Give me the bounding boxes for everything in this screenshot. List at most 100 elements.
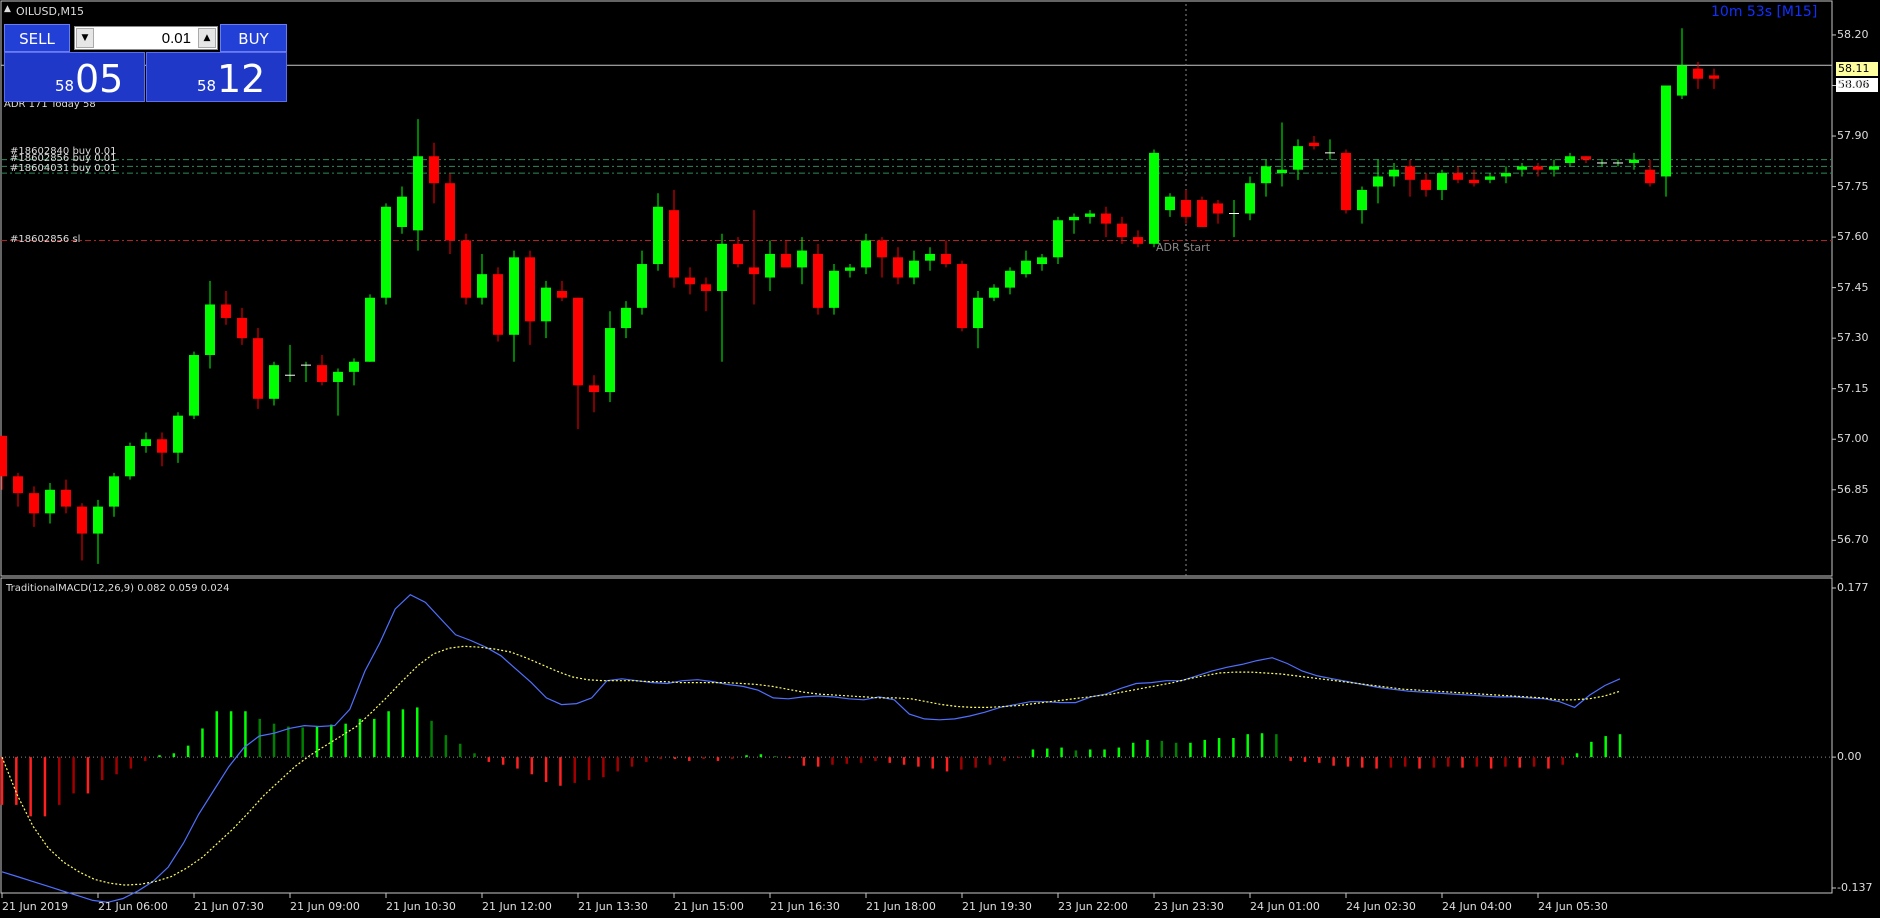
candle-body (397, 196, 407, 227)
candle-body (653, 206, 663, 265)
time-axis-tick: 21 Jun 2019 (2, 900, 69, 913)
candle-body (1389, 169, 1399, 177)
time-axis-tick: 21 Jun 09:00 (290, 900, 360, 913)
candle-body (1117, 223, 1127, 238)
candle-body (0, 435, 7, 477)
candle-body (1485, 176, 1495, 180)
candle-body (45, 489, 55, 514)
candle-body (1661, 85, 1671, 177)
candle-body (1437, 173, 1447, 190)
candle-body (797, 250, 807, 268)
candle-body (669, 210, 679, 278)
buy-button[interactable]: BUY (220, 24, 287, 52)
candle-body (1309, 142, 1319, 147)
adr-start-label: ADR Start (1156, 241, 1211, 254)
candle-body (1469, 179, 1479, 184)
time-axis-tick: 21 Jun 13:30 (578, 900, 648, 913)
candle-body (621, 307, 631, 329)
time-axis-tick: 21 Jun 06:00 (98, 900, 168, 913)
sell-button[interactable]: SELL (4, 24, 70, 52)
candle-body (1277, 169, 1287, 174)
sl-label: #18602856 sl (10, 234, 81, 245)
candle-body (1021, 260, 1031, 275)
price-axis-tick: 57.75 (1837, 179, 1869, 193)
candle-body (1341, 152, 1351, 211)
candle-body (973, 297, 983, 329)
time-axis-tick: 21 Jun 18:00 (866, 900, 936, 913)
candle-body (829, 270, 839, 308)
candle-body (77, 506, 87, 534)
candle-body (733, 243, 743, 265)
sell-price-big-figure: 58 (55, 77, 75, 95)
candle-body (941, 253, 951, 265)
candle-body (173, 415, 183, 453)
candle-body (1037, 257, 1047, 265)
candle-body (1405, 166, 1415, 180)
candle-body (525, 257, 535, 322)
candle-body (381, 206, 391, 298)
candle-body (861, 240, 871, 268)
candle-body (93, 506, 103, 534)
lot-size-box: ▼ ▲ (74, 26, 218, 50)
candle-body (557, 291, 567, 298)
candle-body (717, 243, 727, 291)
bar-timer: 10m 53s [M15] (1711, 4, 1818, 20)
candle-body (637, 264, 647, 308)
time-axis-tick: 21 Jun 12:00 (482, 900, 552, 913)
candle-body (1453, 173, 1463, 180)
candle-body (429, 156, 439, 184)
candle-body (61, 489, 71, 507)
candle-body (109, 476, 119, 507)
candle-body (813, 253, 823, 308)
candle-body (493, 274, 503, 335)
candle-body (317, 365, 327, 382)
price-axis-tick: 57.30 (1837, 331, 1869, 345)
candle-body (909, 260, 919, 278)
lot-increase-icon[interactable]: ▲ (198, 28, 216, 48)
buy-price-big-figure: 58 (197, 77, 217, 95)
candle-body (1165, 196, 1175, 211)
candle-body (157, 439, 167, 453)
chart-canvas[interactable] (0, 0, 1880, 918)
candle-body (1693, 68, 1703, 79)
candle-body (205, 304, 215, 356)
candle-body (237, 317, 247, 339)
macd-axis-tick: 0.00 (1837, 750, 1862, 764)
order-label-3: #18604031 buy 0.01 (10, 163, 117, 174)
chart-title: OILUSD,M15 (16, 5, 84, 18)
candle-body (1629, 159, 1639, 163)
sell-price-pips: 05 (75, 57, 124, 101)
candle-body (605, 328, 615, 393)
candle-body (1533, 166, 1543, 170)
candle-body (1085, 213, 1095, 217)
candle-body (845, 267, 855, 271)
lot-input[interactable] (97, 29, 195, 47)
candle-body (589, 385, 599, 393)
macd-axis-tick: -0.137 (1837, 881, 1873, 894)
candle-body (333, 371, 343, 382)
time-axis-tick: 21 Jun 15:00 (674, 900, 744, 913)
price-axis-tick: 56.70 (1837, 533, 1869, 547)
candle-body (1101, 213, 1111, 224)
candle-body (1357, 189, 1367, 211)
sell-quote[interactable]: 58 05 (4, 52, 145, 102)
price-axis-tick: 58.05 (1837, 78, 1869, 92)
macd-axis-tick: 0.177 (1837, 581, 1869, 594)
lot-decrease-icon[interactable]: ▼ (76, 28, 94, 48)
buy-quote[interactable]: 58 12 (146, 52, 287, 102)
candle-body (1421, 179, 1431, 190)
candle-body (541, 287, 551, 322)
candle-body (1677, 65, 1687, 96)
collapse-triangle-icon[interactable]: ▲ (4, 4, 11, 14)
candle-body (1581, 156, 1591, 160)
time-axis-tick: 24 Jun 05:30 (1538, 900, 1608, 913)
candle-body (477, 274, 487, 298)
candle-body (1565, 156, 1575, 163)
price-axis-tick: 57.90 (1837, 129, 1869, 143)
candle-body (1261, 166, 1271, 184)
time-axis-tick: 21 Jun 10:30 (386, 900, 456, 913)
price-axis-tick: 57.15 (1837, 381, 1869, 395)
candle-body (509, 257, 519, 335)
candle-body (349, 361, 359, 372)
time-axis-tick: 23 Jun 22:00 (1058, 900, 1128, 913)
